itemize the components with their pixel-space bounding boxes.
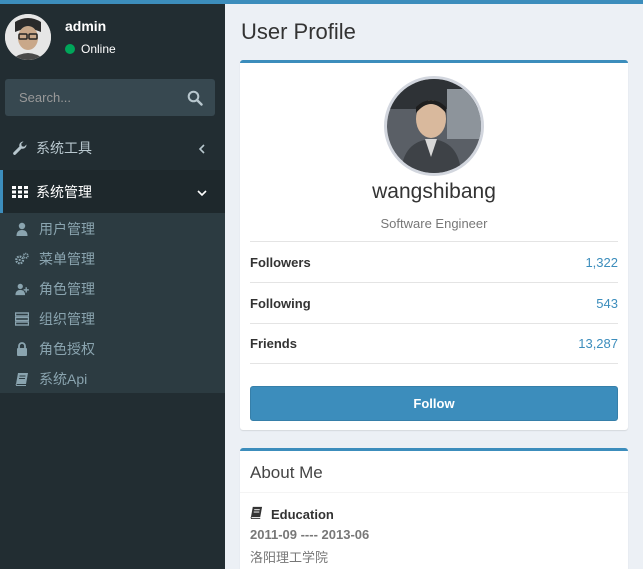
sidebar-item-system-api[interactable]: 系统Api: [0, 364, 225, 394]
about-header: About Me: [240, 451, 628, 493]
stat-value-link[interactable]: 1,322: [585, 255, 618, 270]
page-title: User Profile: [241, 19, 356, 44]
online-status-icon: [65, 44, 75, 54]
header-accent-bar: [225, 0, 643, 4]
user-plus-icon: [15, 282, 29, 296]
profile-card: wangshibang Software Engineer Followers …: [240, 60, 628, 430]
user-avatar[interactable]: [5, 14, 51, 60]
sidebar-item-label: 组织管理: [39, 311, 95, 327]
sidebar-item-label: 用户管理: [39, 221, 95, 237]
server-icon: [15, 312, 29, 326]
sidebar-item-system-tools[interactable]: 系统工具: [0, 126, 225, 170]
stat-row-followers: Followers 1,322: [250, 241, 618, 282]
sidebar-item-role-authorization[interactable]: 角色授权: [0, 334, 225, 364]
sidebar: admin Online 系统工具: [0, 0, 225, 569]
chevron-left-icon: [197, 142, 207, 154]
user-status-label: Online: [81, 42, 116, 56]
sidebar-item-system-management[interactable]: 系统管理: [0, 170, 225, 214]
stat-label: Followers: [250, 254, 311, 270]
sidebar-item-label: 系统Api: [39, 371, 88, 387]
user-icon: [15, 222, 29, 236]
grid-icon: [12, 184, 28, 200]
stat-value-link[interactable]: 13,287: [578, 336, 618, 351]
sidebar-item-menu-management[interactable]: 菜单管理: [0, 244, 225, 274]
book-icon: [15, 372, 29, 386]
about-card: About Me Education 2011-09 ---- 2013-06 …: [240, 448, 628, 569]
sidebar-item-label: 角色授权: [39, 341, 95, 357]
sidebar-item-org-management[interactable]: 组织管理: [0, 304, 225, 334]
search-icon[interactable]: [187, 90, 203, 106]
stat-value-link[interactable]: 543: [596, 296, 618, 311]
user-name: admin: [65, 18, 107, 34]
stat-label: Friends: [250, 336, 297, 351]
book-icon: [250, 506, 263, 522]
follow-button[interactable]: Follow: [250, 386, 618, 421]
education-heading: Education: [250, 506, 334, 522]
stat-label: Following: [250, 295, 311, 311]
sidebar-item-label: 角色管理: [39, 281, 95, 297]
about-title: About Me: [250, 463, 323, 482]
lock-icon: [15, 342, 29, 356]
sidebar-search: [5, 79, 215, 116]
profile-username: wangshibang: [372, 180, 496, 203]
search-input[interactable]: [5, 79, 180, 116]
education-school: 洛阳理工学院: [250, 550, 329, 565]
chevron-down-icon: [197, 186, 207, 198]
sidebar-item-label: 系统工具: [36, 140, 92, 156]
sidebar-item-label: 菜单管理: [39, 251, 95, 267]
sidebar-item-role-management[interactable]: 角色管理: [0, 274, 225, 304]
stat-row-following: Following 543: [250, 282, 618, 323]
education-dates: 2011-09 ---- 2013-06: [250, 527, 370, 542]
profile-image: [384, 76, 484, 176]
user-panel: admin Online: [0, 4, 225, 70]
user-status: Online: [65, 42, 116, 56]
profile-job-title: Software Engineer: [380, 216, 488, 231]
stat-row-friends: Friends 13,287: [250, 323, 618, 364]
system-management-submenu: 用户管理 菜单管理 角色管理 组织管理 角色授权 系统Api: [0, 213, 225, 393]
wrench-icon: [12, 140, 28, 156]
cogs-icon: [15, 252, 29, 266]
sidebar-item-label: 系统管理: [36, 184, 92, 200]
sidebar-item-user-management[interactable]: 用户管理: [0, 214, 225, 244]
education-heading-label: Education: [271, 506, 334, 522]
